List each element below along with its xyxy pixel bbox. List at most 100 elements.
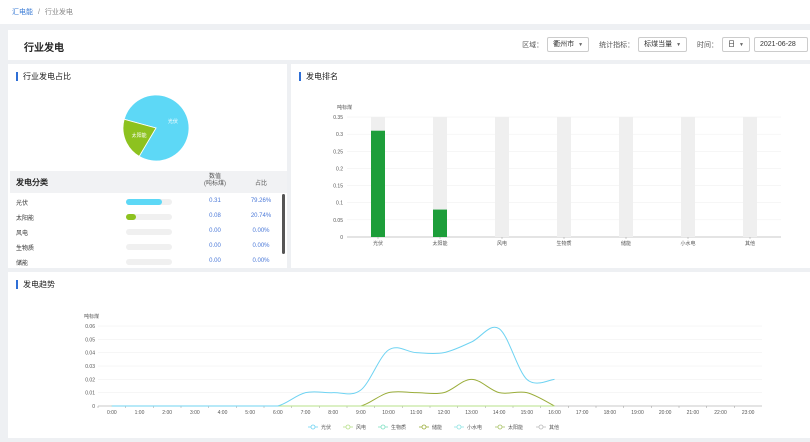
row-name: 太阳能 [16,216,35,222]
legend-marker [497,424,503,430]
y-tick-label: 0.1 [336,201,343,207]
x-tick-label: 11:00 [410,410,422,416]
bar-background [619,117,633,237]
table-scrollbar[interactable] [282,194,285,254]
x-tick-label: 18:00 [604,410,617,416]
filter-bar: 区域： 衢州市 ▼ 统计指标： 标煤当量 ▼ 时间： 日 ▼ 2021-06-28 [522,37,808,52]
x-tick-label: 23:00 [742,410,755,416]
x-tick-label: 3:00 [190,410,200,416]
row-percent: 0.00% [252,243,270,249]
x-tick-label: 风电 [497,240,507,247]
y-tick-label: 0 [340,235,343,241]
y-tick-label: 0.03 [85,364,95,370]
page-header: 行业发电 区域： 衢州市 ▼ 统计指标： 标煤当量 ▼ 时间： 日 ▼ 2021-06… [8,30,810,60]
chevron-down-icon: ▼ [578,42,584,48]
y-axis-label: 吨标煤 [337,104,352,111]
row-progress-track [126,214,172,220]
share-panel: 行业发电占比 光伏 太阳能 发电分类 数值 (吨标煤) 占比 光伏 0.31 79.26… [8,64,287,268]
x-tick-label: 1:00 [135,410,145,416]
legend-label: 其他 [549,424,559,431]
legend-marker [345,424,351,430]
col-value: 数值 (吨标煤) [198,174,232,188]
breadcrumb-root[interactable]: 汇电能 [12,9,33,16]
bar-background [743,117,757,237]
metric-value: 标煤当量 [644,41,673,48]
share-table-header: 发电分类 数值 (吨标煤) 占比 [10,171,287,193]
legend-marker [310,424,316,430]
series-line [111,326,555,407]
x-tick-label: 15:00 [521,410,534,416]
region-label: 区域： [522,41,544,49]
y-tick-label: 0.06 [85,324,95,330]
x-tick-label: 8:00 [328,410,338,416]
x-tick-label: 12:00 [438,410,451,416]
y-tick-label: 0.05 [85,337,95,343]
pie-slice-label: 太阳能 [132,132,147,139]
row-progress-track [126,259,172,265]
x-tick-label: 太阳能 [432,240,447,247]
row-value: 0.00 [209,228,221,234]
breadcrumb-separator: / [37,9,40,16]
region-value: 衢州市 [553,41,575,48]
table-row: 光伏 0.31 79.26% [10,195,280,210]
y-tick-label: 0.02 [85,377,95,383]
date-value: 2021-06-28 [760,41,796,48]
y-tick-label: 0.3 [336,132,343,138]
row-progress-fill [126,199,163,205]
y-tick-label: 0.05 [333,218,343,224]
col-category: 发电分类 [16,178,48,187]
y-tick-label: 0.25 [333,149,343,155]
row-value: 0.08 [209,213,221,219]
breadcrumb: 汇电能 / 行业发电 [12,7,73,17]
row-percent: 20.74% [250,213,272,219]
legend-marker [421,424,427,430]
row-progress-track [126,244,172,250]
legend-label: 生物质 [391,424,406,431]
x-tick-label: 4:00 [218,410,228,416]
legend-label: 太阳能 [508,424,523,431]
y-tick-label: 0.35 [333,115,343,121]
row-progress-fill [126,214,136,220]
legend-label: 小水电 [467,424,482,431]
y-tick-label: 0.01 [85,391,95,397]
row-name: 光伏 [16,201,29,207]
table-row: 生物质 0.00 0.00% [10,240,280,255]
region-select[interactable]: 衢州市 ▼ [547,37,590,52]
table-row: 储能 0.00 0.00% [10,255,280,270]
x-tick-label: 2:00 [162,410,172,416]
x-tick-label: 10:00 [382,410,395,416]
x-tick-label: 13:00 [465,410,478,416]
bar [433,209,447,237]
y-axis-label: 吨标煤 [84,313,99,320]
y-tick-label: 0.15 [333,184,343,190]
bar-background [495,117,509,237]
metric-select[interactable]: 标煤当量 ▼ [638,37,688,52]
row-percent: 0.00% [252,258,270,264]
x-tick-label: 21:00 [687,410,700,416]
row-name: 风电 [16,231,29,237]
date-picker[interactable]: 2021-06-28 [754,37,808,52]
metric-label: 统计指标： [599,41,635,49]
x-tick-label: 7:00 [301,410,311,416]
time-unit-select[interactable]: 日 ▼ [722,37,750,52]
legend-label: 储能 [432,424,442,431]
x-tick-label: 22:00 [714,410,727,416]
row-percent: 0.00% [252,228,270,234]
x-tick-label: 17:00 [576,410,589,416]
row-percent: 79.26% [250,198,272,204]
row-value: 0.00 [209,258,221,264]
x-tick-label: 16:00 [548,410,561,416]
chevron-down-icon: ▼ [739,42,744,48]
col-percent: 占比 [254,181,267,187]
time-unit-value: 日 [728,41,736,48]
row-name: 生物质 [16,246,35,252]
legend-marker [456,424,462,430]
row-name: 储能 [16,261,29,267]
x-tick-label: 9:00 [356,410,366,416]
x-tick-label: 0:00 [107,410,117,416]
y-tick-label: 0.04 [85,351,95,357]
table-row: 风电 0.00 0.00% [10,225,280,240]
row-value: 0.00 [209,243,221,249]
page-title: 行业发电 [24,43,64,54]
time-label: 时间： [697,41,719,49]
